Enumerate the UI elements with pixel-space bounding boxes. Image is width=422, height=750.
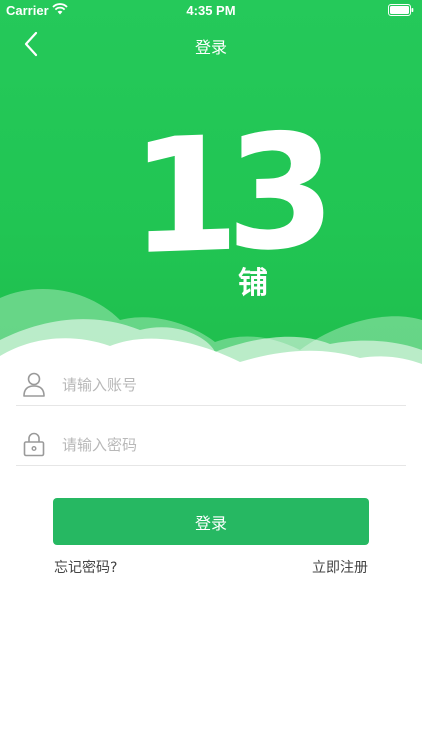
login-button[interactable]: 登录 bbox=[53, 498, 369, 545]
account-input[interactable] bbox=[60, 369, 394, 401]
forgot-password-link[interactable]: 忘记密码? bbox=[54, 557, 117, 577]
page-title: 登录 bbox=[194, 38, 227, 57]
header-hero: Carrier 4:35 PM 登录 13 铺 bbox=[0, 0, 422, 380]
account-field bbox=[16, 365, 406, 406]
password-field bbox=[16, 425, 406, 466]
status-bar: Carrier 4:35 PM bbox=[0, 0, 422, 22]
app-logo: 13 铺 bbox=[130, 100, 322, 301]
password-input[interactable] bbox=[60, 429, 394, 461]
status-time: 4:35 PM bbox=[186, 3, 236, 18]
register-link[interactable]: 立即注册 bbox=[312, 557, 368, 577]
user-icon bbox=[23, 372, 45, 397]
battery-icon bbox=[388, 4, 414, 16]
nav-bar: 登录 bbox=[0, 22, 422, 66]
logo-number: 13 bbox=[130, 99, 322, 291]
lock-icon bbox=[23, 432, 45, 457]
